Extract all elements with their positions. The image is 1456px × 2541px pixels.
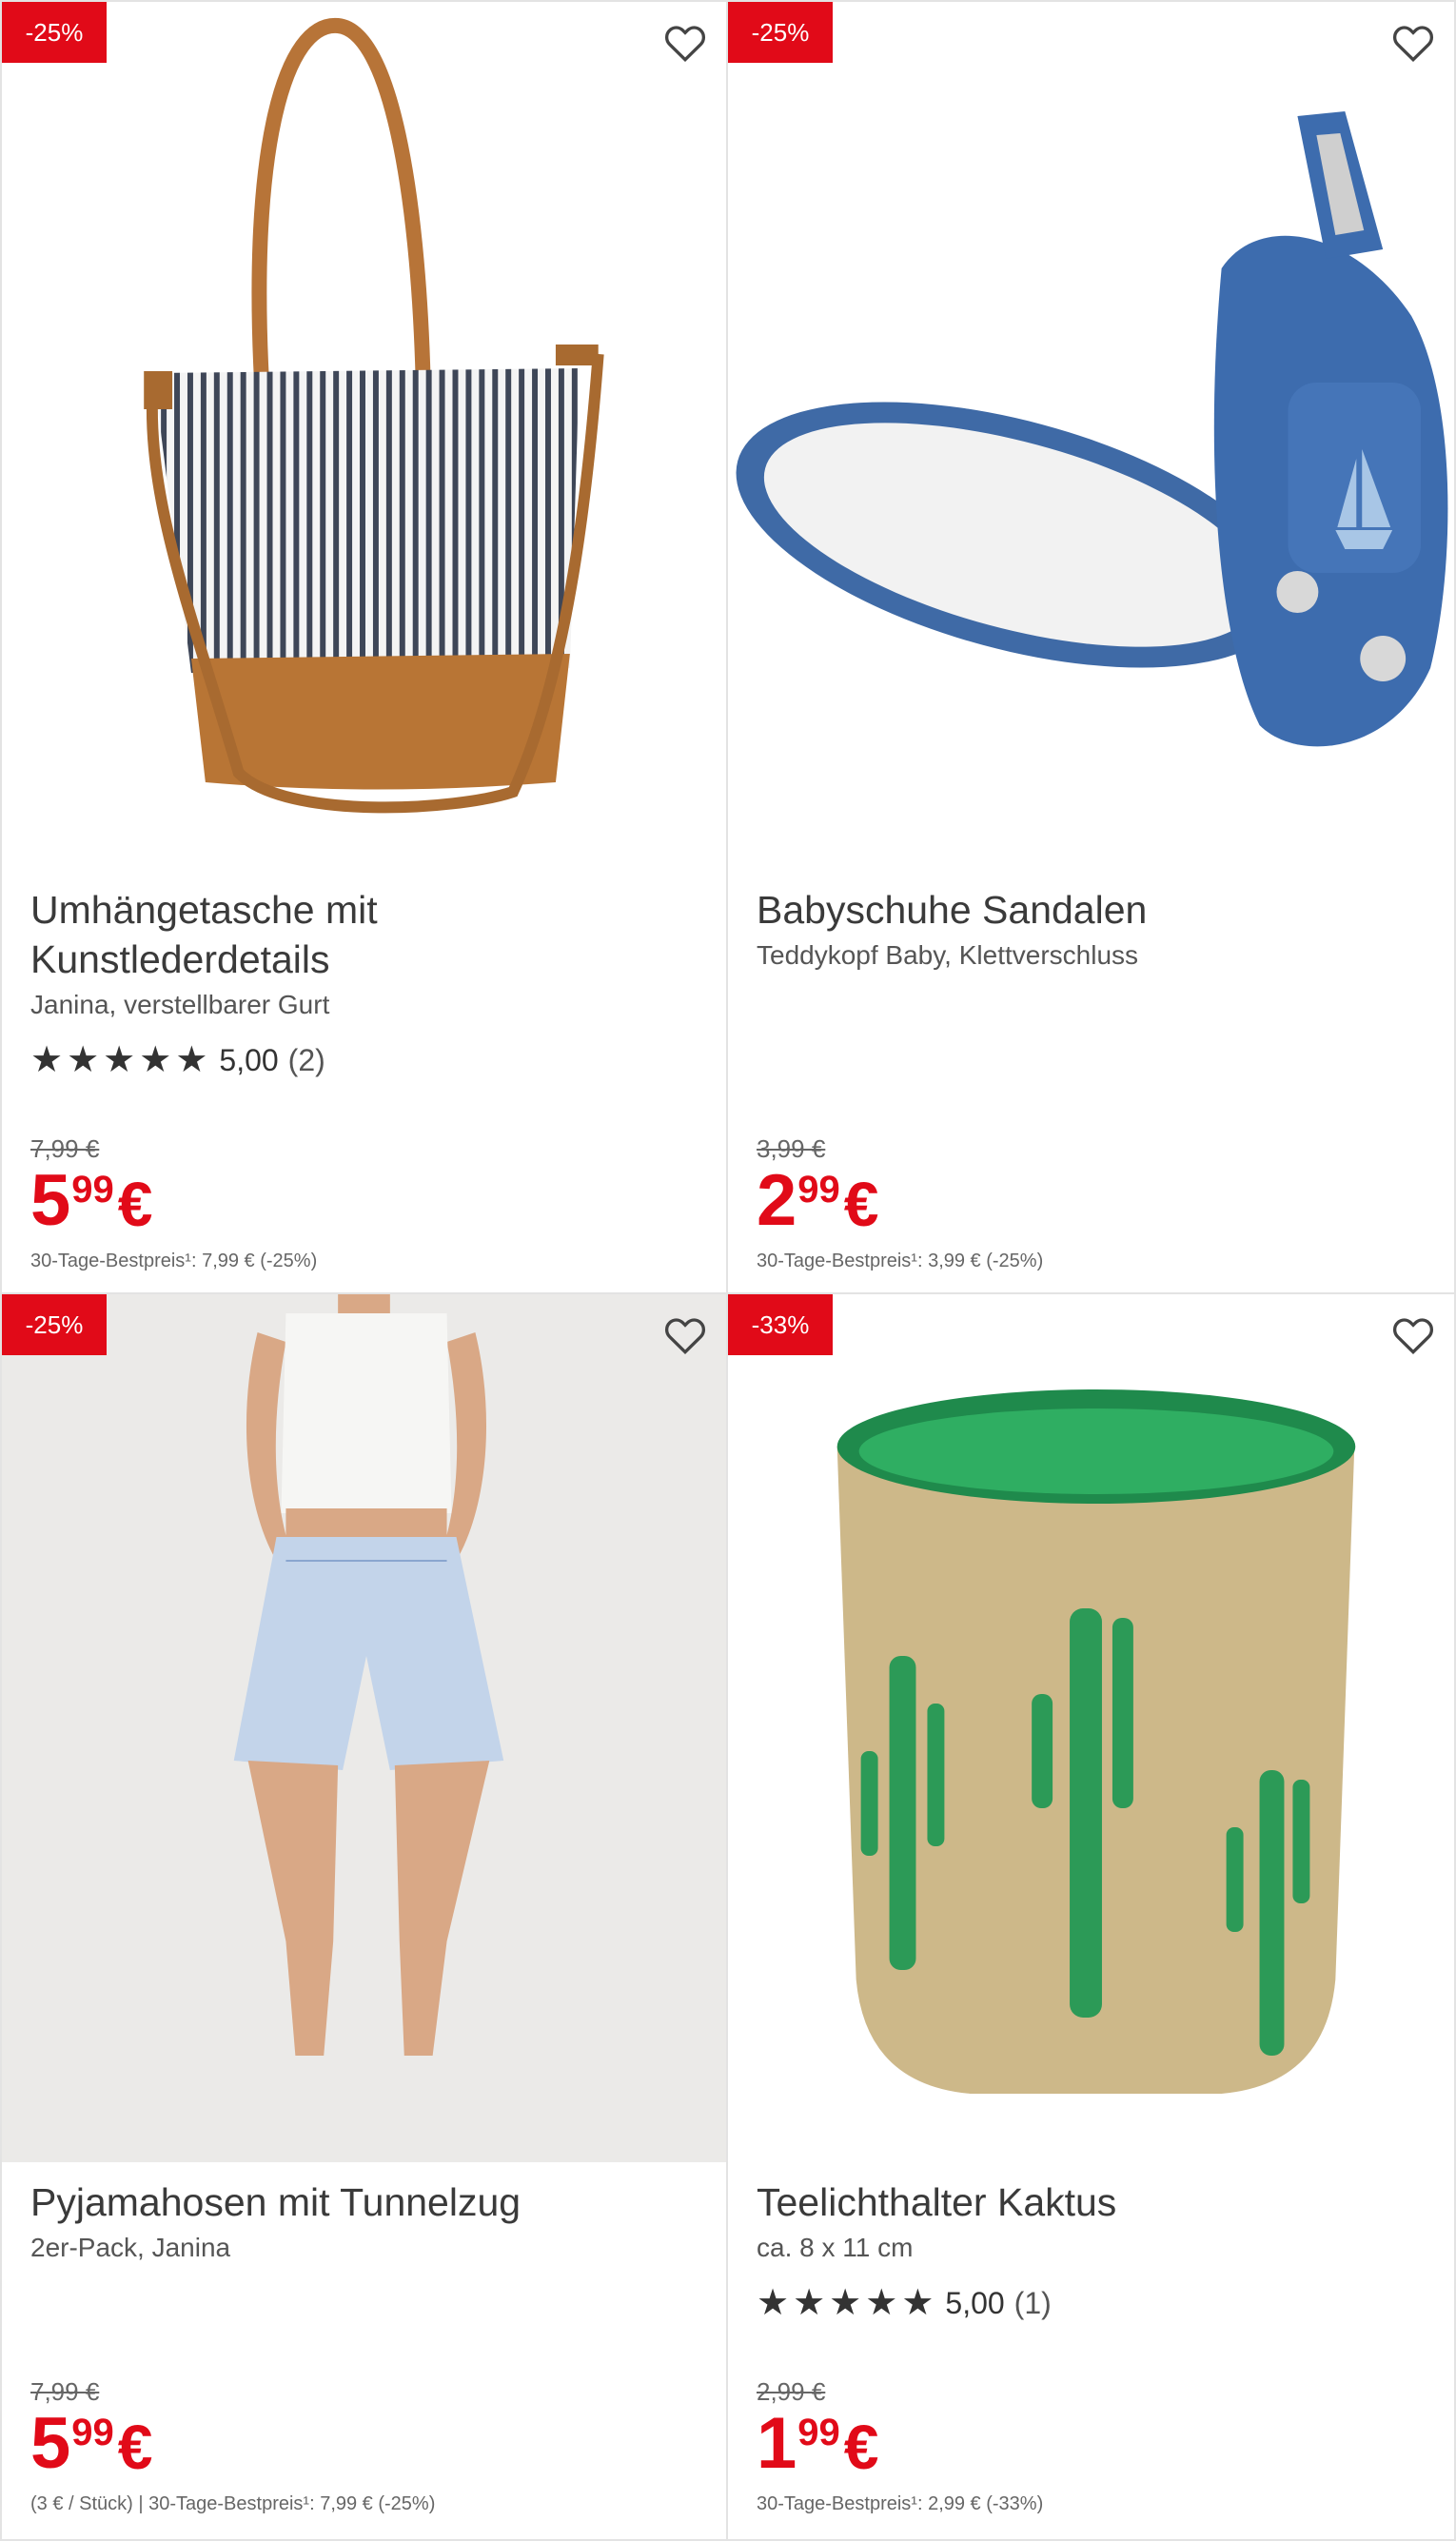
current-price: 1 99 € <box>757 2408 1435 2480</box>
old-price: 7,99 € <box>30 1134 100 1163</box>
price-currency: € <box>117 1169 153 1239</box>
discount-badge: -25% <box>2 1294 107 1355</box>
discount-badge: -25% <box>728 2 833 63</box>
product-image[interactable] <box>2 2 726 870</box>
product-title-line: Umhängetasche mit <box>30 888 378 932</box>
discount-badge: -33% <box>728 1294 833 1355</box>
star-icon: ★ <box>829 2283 862 2323</box>
price-currency: € <box>843 1169 879 1239</box>
product-title[interactable]: Babyschuhe Sandalen <box>757 885 1426 935</box>
old-price: 2,99 € <box>757 2377 826 2406</box>
heart-outline-icon <box>664 1318 706 1355</box>
product-grid: -25% Umhängetasche mit Kunstlederdetails… <box>0 0 1456 2541</box>
product-image[interactable] <box>2 1294 726 2162</box>
product-card[interactable]: -25% Pyjamahosen mit Tunnelzug 2er-Pack,… <box>0 1294 728 2541</box>
pyjama-shorts-image <box>2 1294 726 2162</box>
favorite-button[interactable] <box>661 1311 709 1359</box>
favorite-button[interactable] <box>1389 19 1437 67</box>
star-icon: ★ <box>139 1040 172 1080</box>
favorite-button[interactable] <box>661 19 709 67</box>
best-price-note: (3 € / Stück) | 30-Tage-Bestpreis¹: 7,99… <box>30 2493 436 2514</box>
rating-count: (2) <box>287 1042 325 1077</box>
old-price: 7,99 € <box>30 2377 100 2406</box>
product-card[interactable]: -33% Teelichthalter Kaktus ca. 8 x 11 cm… <box>728 1294 1456 2541</box>
product-card[interactable]: -25% Babyschuhe Sandalen Teddykopf Baby,… <box>728 0 1456 1294</box>
product-title[interactable]: Pyjamahosen mit Tunnelzug <box>30 2177 698 2227</box>
price-block: 3,99 € 2 99 € 30-Tage-Bestpreis¹: 3,99 €… <box>757 1134 1435 1272</box>
product-subtitle: Janina, verstellbarer Gurt <box>30 990 330 1019</box>
star-icon: ★ <box>30 1040 64 1080</box>
price-block: 2,99 € 1 99 € 30-Tage-Bestpreis¹: 2,99 €… <box>757 2377 1435 2515</box>
old-price: 3,99 € <box>757 1134 826 1163</box>
price-cents: 99 <box>71 1169 114 1211</box>
price-main: 1 <box>757 2403 797 2484</box>
product-info: Babyschuhe Sandalen Teddykopf Baby, Klet… <box>757 876 1426 975</box>
rating-count: (1) <box>1013 2285 1052 2320</box>
heart-outline-icon <box>1392 1318 1434 1355</box>
product-image[interactable] <box>728 1294 1454 2162</box>
product-title[interactable]: Umhängetasche mit Kunstlederdetails <box>30 885 698 984</box>
tote-bag-image <box>2 2 726 870</box>
product-info: Teelichthalter Kaktus ca. 8 x 11 cm ★ ★ ★ ★… <box>757 2168 1426 2322</box>
star-icon: ★ <box>67 1040 100 1080</box>
product-subtitle: Teddykopf Baby, Klettverschluss <box>757 940 1139 970</box>
product-info: Pyjamahosen mit Tunnelzug 2er-Pack, Jani… <box>30 2168 698 2267</box>
product-title-line: Kunstlederdetails <box>30 937 330 981</box>
price-cents: 99 <box>797 2412 840 2453</box>
price-cents: 99 <box>797 1169 840 1211</box>
rating-score: 5,00 <box>945 2285 1005 2320</box>
best-price-note: 30-Tage-Bestpreis¹: 7,99 € (-25%) <box>30 1251 318 1271</box>
cactus-tealight-image <box>728 1294 1454 2162</box>
star-icon: ★ <box>865 2283 898 2323</box>
rating-stars: ★ ★ ★ ★ ★ <box>757 2284 934 2322</box>
product-subtitle: ca. 8 x 11 cm <box>757 2233 914 2262</box>
price-main: 2 <box>757 1160 797 1241</box>
current-price: 5 99 € <box>30 1165 707 1237</box>
price-currency: € <box>843 2412 879 2482</box>
product-rating[interactable]: ★ ★ ★ ★ ★ 5,00 (1) <box>757 2284 1426 2322</box>
rating-stars: ★ ★ ★ ★ ★ <box>30 1041 207 1079</box>
price-cents: 99 <box>71 2412 114 2453</box>
product-info: Umhängetasche mit Kunstlederdetails Jani… <box>30 876 698 1079</box>
heart-outline-icon <box>664 26 706 63</box>
rating-score: 5,00 <box>219 1042 279 1077</box>
product-title[interactable]: Teelichthalter Kaktus <box>757 2177 1426 2227</box>
star-icon: ★ <box>901 2283 935 2323</box>
heart-outline-icon <box>1392 26 1434 63</box>
star-icon: ★ <box>103 1040 136 1080</box>
product-rating[interactable]: ★ ★ ★ ★ ★ 5,00 (2) <box>30 1041 698 1079</box>
star-icon: ★ <box>175 1040 208 1080</box>
current-price: 2 99 € <box>757 1165 1435 1237</box>
price-main: 5 <box>30 2403 70 2484</box>
product-card[interactable]: -25% Umhängetasche mit Kunstlederdetails… <box>0 0 728 1294</box>
current-price: 5 99 € <box>30 2408 707 2480</box>
best-price-note: 30-Tage-Bestpreis¹: 2,99 € (-33%) <box>757 2493 1044 2514</box>
product-image[interactable] <box>728 2 1454 870</box>
best-price-note: 30-Tage-Bestpreis¹: 3,99 € (-25%) <box>757 1251 1044 1271</box>
price-main: 5 <box>30 1160 70 1241</box>
favorite-button[interactable] <box>1389 1311 1437 1359</box>
baby-sandals-image <box>728 2 1454 870</box>
star-icon: ★ <box>757 2283 790 2323</box>
product-subtitle: 2er-Pack, Janina <box>30 2233 231 2262</box>
price-block: 7,99 € 5 99 € (3 € / Stück) | 30-Tage-Be… <box>30 2377 707 2515</box>
discount-badge: -25% <box>2 2 107 63</box>
price-block: 7,99 € 5 99 € 30-Tage-Bestpreis¹: 7,99 €… <box>30 1134 707 1272</box>
price-currency: € <box>117 2412 153 2482</box>
star-icon: ★ <box>793 2283 826 2323</box>
